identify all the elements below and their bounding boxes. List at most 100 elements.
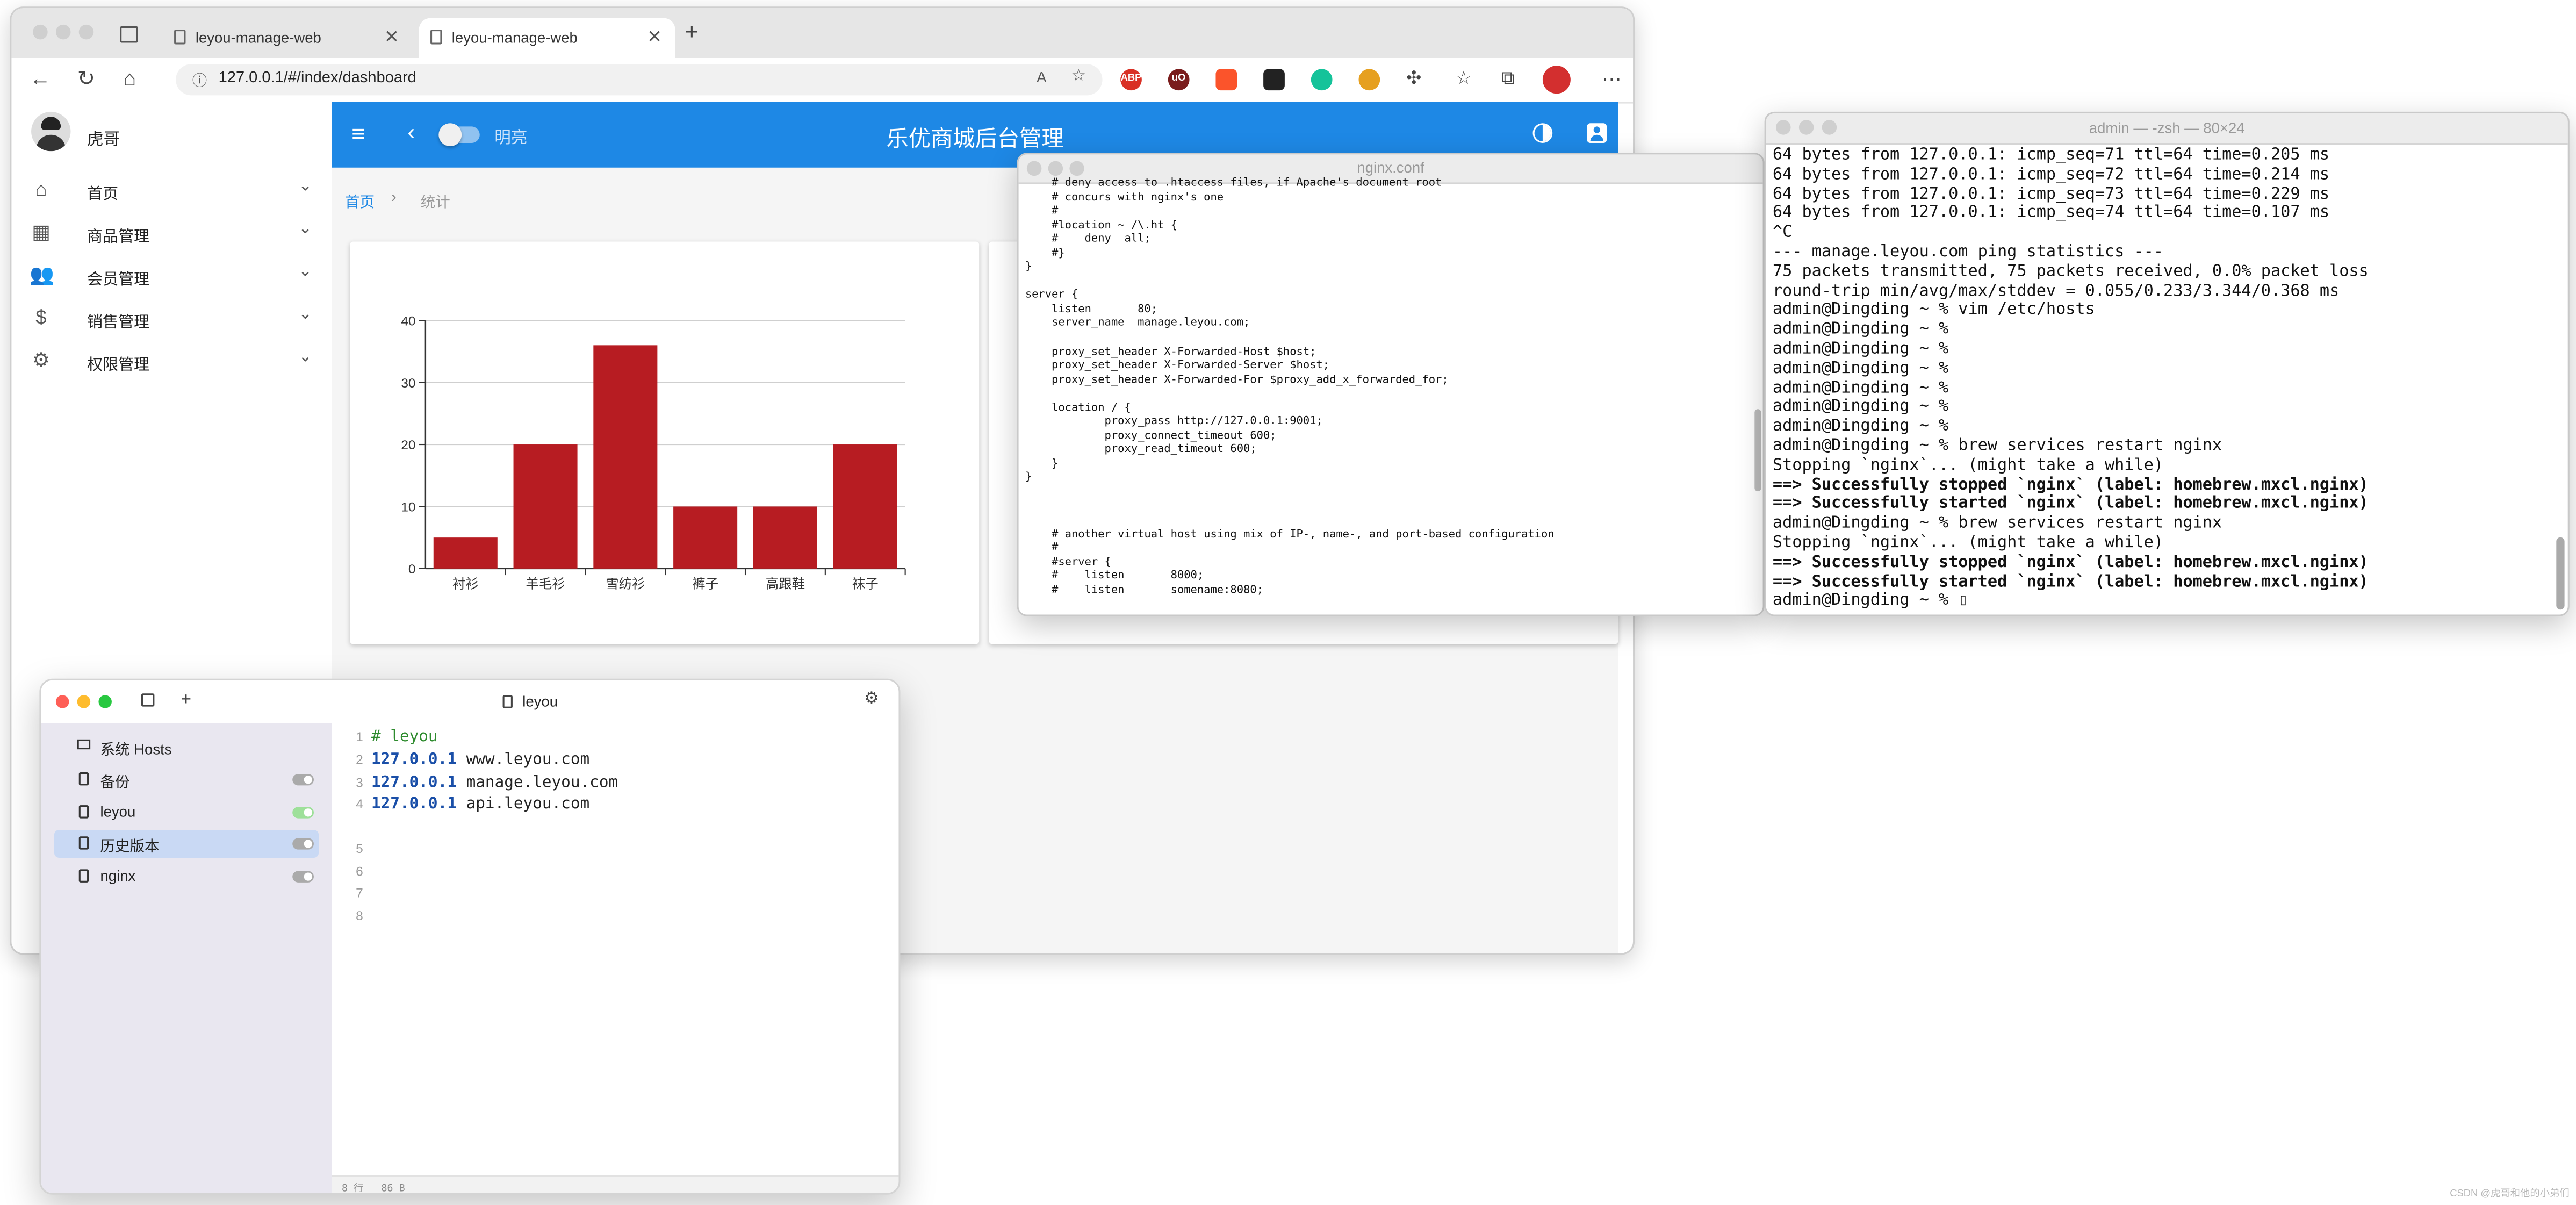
bar (833, 444, 897, 569)
account-box-icon[interactable] (1587, 123, 1607, 143)
hostname: www.leyou.com (466, 751, 590, 769)
tab-title: leyou-manage-web (451, 30, 578, 46)
file-icon (78, 869, 89, 883)
bar (593, 345, 658, 569)
minimize-window-button[interactable] (1798, 120, 1814, 135)
terminal-output[interactable]: 64 bytes from 127.0.0.1: icmp_seq=71 ttl… (1773, 146, 2369, 612)
dollar-icon: $ (35, 305, 47, 329)
hosts-item-history[interactable]: 历史版本 (54, 829, 319, 858)
more-menu-icon[interactable]: ⋯ (1602, 64, 1622, 94)
grammarly-icon[interactable] (1311, 69, 1333, 91)
hosts-item-system[interactable]: 系统 Hosts (54, 733, 319, 761)
sidebar-item-products[interactable]: ▦ 商品管理 ⌄ (11, 212, 332, 254)
toggle-switch[interactable] (292, 774, 314, 786)
x-tick-label: 羊毛衫 (526, 577, 565, 592)
nginx-editor-window: nginx.conf # deny access to .htaccess fi… (1017, 153, 1765, 616)
sidebar-item-permissions[interactable]: ⚙ 权限管理 ⌄ (11, 340, 332, 383)
tab-1[interactable]: leyou-manage-web ✕ (163, 18, 413, 58)
refresh-icon[interactable]: ↻ (77, 64, 95, 94)
extension-grid-icon[interactable] (1263, 69, 1285, 91)
hosts-item-leyou[interactable]: leyou (54, 799, 319, 827)
x-tick-label: 裤子 (692, 577, 718, 592)
extension-shield-icon[interactable] (1358, 69, 1380, 91)
y-tick-label: 20 (401, 438, 415, 453)
add-button[interactable]: + (181, 690, 191, 710)
minimize-window-button[interactable] (1048, 161, 1063, 176)
close-window-button[interactable] (1776, 120, 1791, 135)
zoom-window-button[interactable] (1069, 161, 1084, 176)
extensions-puzzle-icon[interactable]: ✣ (1406, 64, 1421, 94)
home-icon[interactable]: ⌂ (123, 64, 136, 94)
chart-card: 0 10 20 30 40 衬衫 羊毛衫 雪纺衫 裤子 高跟鞋 袜子 (350, 241, 980, 644)
profile-avatar[interactable] (1542, 66, 1571, 94)
settings-gear-icon[interactable]: ⚙ (864, 690, 879, 708)
terminal-line: 75 packets transmitted, 75 packets recei… (1772, 262, 2369, 281)
chevron-down-icon: ⌄ (298, 263, 312, 281)
contrast-icon[interactable] (1532, 123, 1553, 143)
terminal-line: round-trip min/avg/max/stddev = 0.055/0.… (1772, 282, 2340, 300)
toggle-switch[interactable] (292, 871, 314, 883)
close-tab-icon[interactable]: ✕ (384, 26, 399, 48)
favorites-icon[interactable]: ☆ (1456, 64, 1472, 94)
close-window-button[interactable] (1026, 161, 1042, 176)
hosts-item-nginx[interactable]: nginx (54, 863, 319, 891)
terminal-line: 64 bytes from 127.0.0.1: icmp_seq=71 ttl… (1772, 146, 2330, 164)
hosts-item-backup[interactable]: 备份 (54, 766, 319, 794)
close-window-button[interactable] (33, 24, 48, 40)
chevron-down-icon: ⌄ (298, 177, 312, 196)
minimize-window-button[interactable] (77, 695, 91, 708)
file-icon (78, 772, 89, 786)
sidebar-item-members[interactable]: 👥 会员管理 ⌄ (11, 255, 332, 297)
line-number: 7 (356, 885, 363, 901)
hosts-editor[interactable]: 1 2 3 4 5 6 7 8 # leyou 127.0.0.1 www.le… (332, 723, 899, 1175)
brave-icon[interactable] (1215, 69, 1237, 91)
scrollbar[interactable] (2556, 537, 2565, 610)
new-tab-button[interactable]: + (685, 18, 699, 45)
bar (753, 506, 817, 569)
sidebar-item-label: 销售管理 (87, 313, 150, 332)
address-bar[interactable]: ⓘ 127.0.0.1/#/index/dashboard A ☆ (176, 64, 1103, 96)
terminal-line: admin@Dingding ~ % (1772, 320, 1949, 339)
nginx-conf-text[interactable]: # deny access to .htaccess files, if Apa… (1025, 176, 1555, 597)
terminal-line: ==> Successfully stopped `nginx` (label:… (1772, 553, 2369, 572)
favorite-star-icon[interactable]: ☆ (1071, 67, 1086, 85)
collections-icon[interactable]: ⧉ (1501, 64, 1514, 94)
sidebar-item-sales[interactable]: $ 销售管理 ⌄ (11, 297, 332, 340)
x-tick-label: 衬衫 (452, 577, 479, 592)
sidebar-item-home[interactable]: ⌂ 首页 ⌄ (11, 169, 332, 212)
ublock-icon[interactable]: uO (1168, 69, 1190, 91)
minimize-window-button[interactable] (55, 24, 71, 40)
tab-2-active[interactable]: leyou-manage-web ✕ (419, 18, 675, 58)
sidebar-toggle-icon[interactable] (141, 693, 155, 707)
file-icon (502, 695, 513, 708)
read-aloud-icon[interactable]: A (1037, 69, 1046, 85)
ip-address: 127.0.0.1 (371, 774, 457, 792)
adblock-icon[interactable]: ABP (1120, 69, 1142, 91)
hosts-window-title: leyou (522, 693, 558, 710)
close-tab-icon[interactable]: ✕ (647, 26, 662, 48)
toggle-switch[interactable] (292, 807, 314, 819)
watermark: CSDN @虎哥和他的小弟们 (2450, 1189, 2570, 1200)
info-icon[interactable]: ⓘ (192, 69, 207, 90)
tab-actions-icon[interactable] (120, 26, 138, 43)
scrollbar[interactable] (1754, 409, 1761, 492)
terminal-line: admin@Dingding ~ % (1772, 359, 1949, 378)
zoom-window-button[interactable] (78, 24, 94, 40)
ip-address: 127.0.0.1 (371, 751, 457, 769)
code-line: 127.0.0.1 manage.leyou.com (371, 774, 618, 792)
toggle-switch[interactable] (292, 838, 314, 850)
zoom-window-button[interactable] (1822, 120, 1837, 135)
y-tick-label: 30 (401, 376, 415, 391)
back-icon[interactable]: ← (30, 64, 51, 94)
zoom-window-button[interactable] (98, 695, 112, 708)
close-window-button[interactable] (55, 695, 69, 708)
breadcrumb-home[interactable]: 首页 (345, 191, 375, 212)
x-tick-label: 雪纺衫 (606, 577, 645, 592)
terminal-line: admin@Dingding ~ % brew services restart… (1772, 514, 2222, 533)
tab-title: leyou-manage-web (195, 30, 321, 46)
bar (433, 537, 498, 569)
x-tick-label: 袜子 (852, 577, 879, 592)
line-number: 8 (356, 908, 363, 924)
hosts-title-bar: + leyou ⚙ (41, 680, 899, 725)
page-title: 乐优商城后台管理 (886, 126, 1064, 152)
